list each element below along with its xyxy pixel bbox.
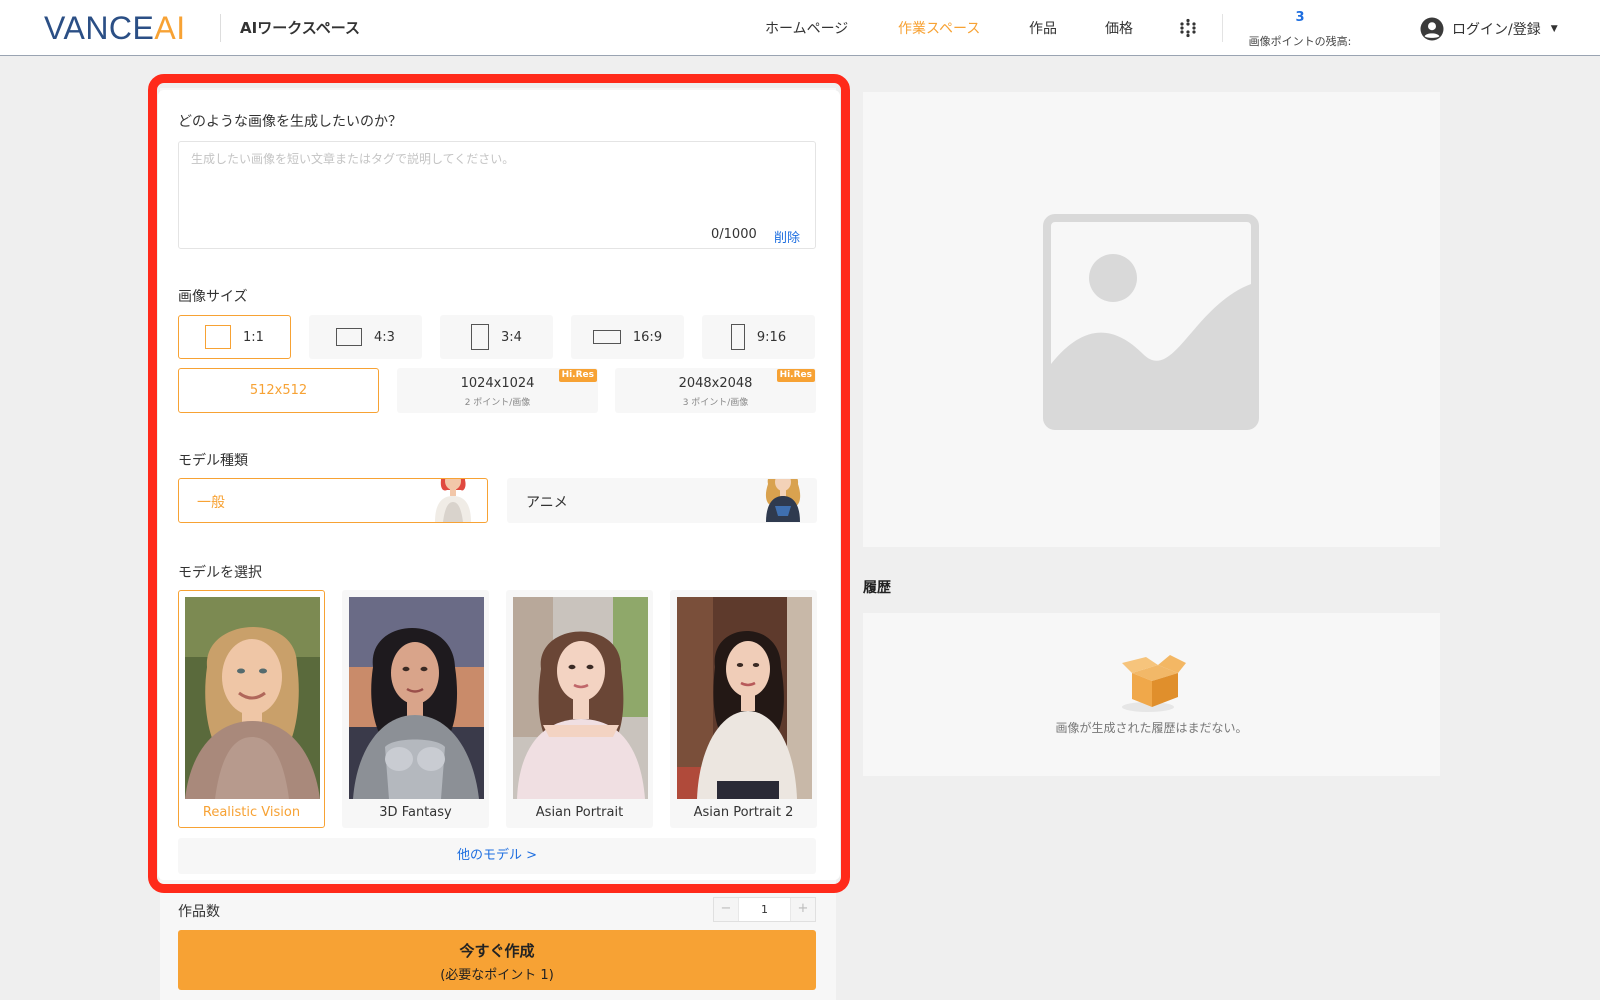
history-panel: 画像が生成された履歴はまだない。: [863, 613, 1440, 776]
nav-works[interactable]: 作品: [1029, 18, 1057, 38]
image-preview-area: [863, 92, 1440, 547]
quantity-label: 作品数: [178, 904, 220, 920]
model-card-realistic-vision[interactable]: Realistic Vision: [178, 590, 325, 828]
model-type-general-button[interactable]: 一般: [178, 478, 488, 523]
login-register-menu[interactable]: ログイン/登録 ▼: [1420, 16, 1558, 42]
user-avatar-icon: [1420, 17, 1444, 41]
prompt-clear-button[interactable]: 削除: [774, 227, 800, 246]
points-balance-value: 3: [1295, 10, 1305, 25]
model-type-label: モデル種類: [178, 453, 248, 469]
quantity-stepper: − 1 +: [713, 897, 816, 922]
create-now-button[interactable]: 今すぐ作成 (必要なポイント 1): [178, 930, 816, 990]
vanceai-logo[interactable]: VANCEAI: [44, 10, 186, 46]
resolution-2048-button[interactable]: Hi.Res 2048x2048 3 ポイント/画像: [615, 368, 816, 413]
header-divider: [1222, 14, 1223, 42]
nav-pricing[interactable]: 価格: [1105, 18, 1133, 38]
ratio-4-3-button[interactable]: 4:3: [309, 315, 422, 359]
prompt-input[interactable]: [191, 150, 803, 220]
ratio-tall-icon: [730, 324, 745, 350]
history-title: 履歴: [863, 580, 891, 596]
model-card-asian-portrait-2[interactable]: Asian Portrait 2: [670, 590, 817, 828]
model-card-asian-portrait[interactable]: Asian Portrait: [506, 590, 653, 828]
ratio-1-1-button[interactable]: 1:1: [178, 315, 291, 359]
prompt-box: 0/1000 削除: [178, 141, 816, 249]
model-select-label: モデルを選択: [178, 565, 262, 581]
prompt-char-count: 0/1000: [711, 227, 757, 242]
nav-workspace[interactable]: 作業スペース: [898, 18, 980, 38]
general-model-avatar: [435, 479, 471, 522]
ratio-square-icon: [205, 325, 232, 349]
resolution-1024-button[interactable]: Hi.Res 1024x1024 2 ポイント/画像: [397, 368, 598, 413]
image-placeholder-icon: [1043, 214, 1259, 430]
quantity-value[interactable]: 1: [738, 898, 791, 921]
ratio-landscape-icon: [336, 328, 363, 346]
top-header: VANCEAI AIワークスペース ホームページ 作業スペース 作品 価格 3 …: [0, 0, 1600, 56]
ratio-portrait-icon: [471, 324, 490, 350]
model-thumbnail: [513, 597, 648, 799]
workspace-title: AIワークスペース: [240, 19, 360, 37]
header-divider: [220, 14, 221, 42]
ratio-16-9-button[interactable]: 16:9: [571, 315, 684, 359]
ratio-3-4-button[interactable]: 3:4: [440, 315, 553, 359]
empty-box-icon: [1122, 655, 1186, 712]
quantity-decrement-button[interactable]: −: [714, 898, 738, 921]
ratio-9-16-button[interactable]: 9:16: [702, 315, 815, 359]
prompt-label: どのような画像を生成したいのか？: [178, 114, 402, 130]
ratio-wide-icon: [592, 330, 621, 344]
model-card-3d-fantasy[interactable]: 3D Fantasy: [342, 590, 489, 828]
anime-model-avatar: [765, 479, 801, 522]
model-thumbnail: [349, 597, 484, 799]
model-thumbnail: [185, 597, 320, 799]
nav-home[interactable]: ホームページ: [765, 18, 848, 38]
history-empty-text: 画像が生成された履歴はまだない。: [1055, 721, 1248, 735]
resolution-512-button[interactable]: 512x512: [178, 368, 379, 413]
caret-down-icon: ▼: [1550, 24, 1558, 34]
model-type-anime-button[interactable]: アニメ: [507, 478, 817, 523]
quantity-increment-button[interactable]: +: [791, 898, 815, 921]
image-size-label: 画像サイズ: [178, 289, 248, 305]
grid-dots-icon[interactable]: [1178, 18, 1198, 38]
login-label: ログイン/登録: [1452, 22, 1541, 38]
more-models-link[interactable]: 他のモデル >: [178, 838, 816, 874]
points-balance-label: 画像ポイントの残高:: [1248, 35, 1352, 48]
model-thumbnail: [677, 597, 812, 799]
